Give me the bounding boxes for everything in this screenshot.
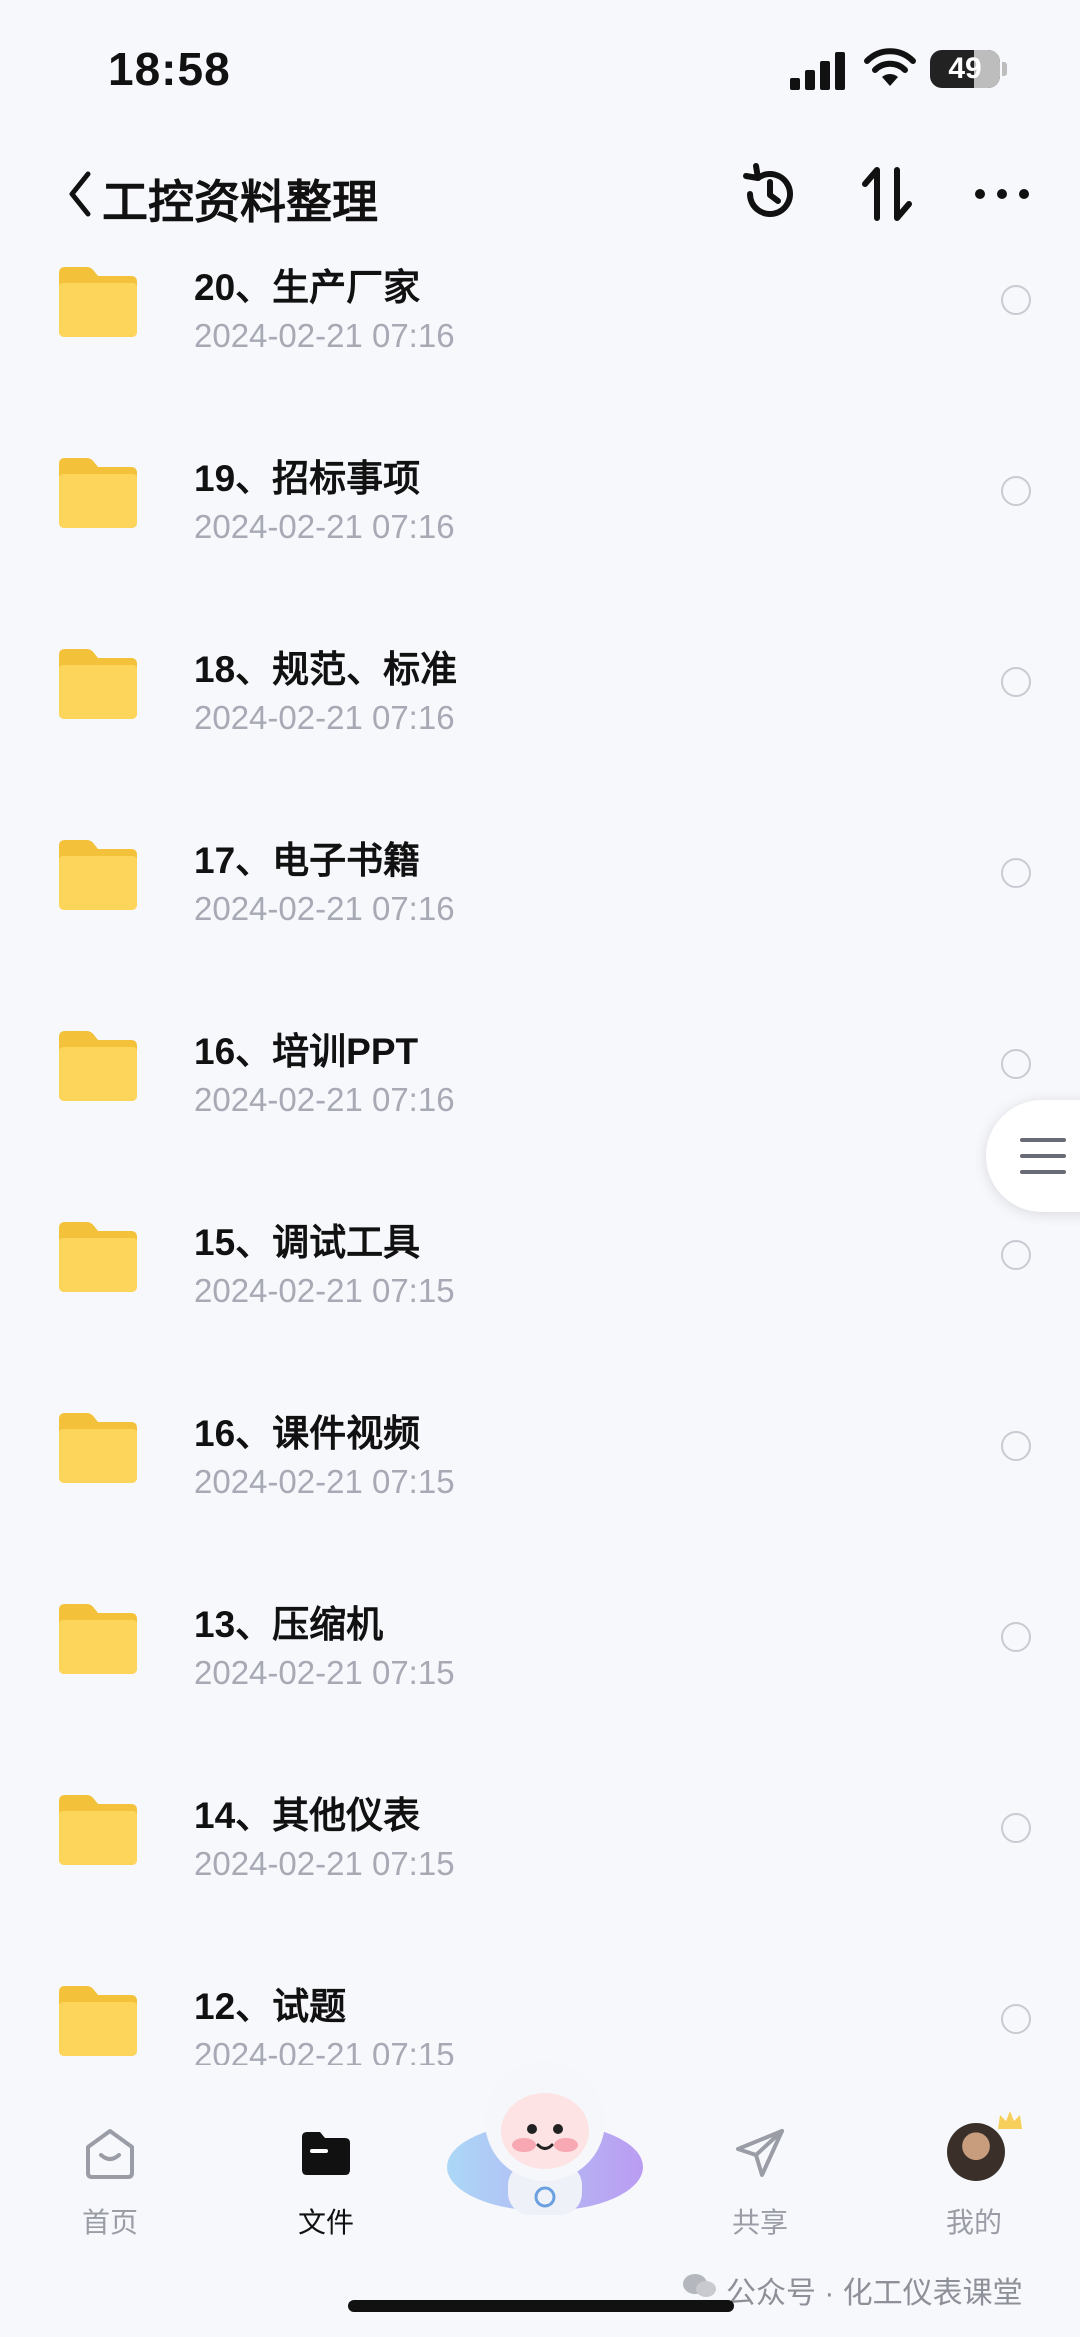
page-title: 工控资料整理 [102,176,378,228]
folder-list: 20、生产厂家 2024-02-21 07:16 19、招标事项 2024-02… [0,245,1080,2075]
folder-date: 2024-02-21 07:15 [194,1463,455,1500]
select-radio[interactable] [1001,476,1031,506]
tab-label: 文件 [297,2207,354,2238]
folder-date: 2024-02-21 07:16 [194,1081,455,1118]
clock: 18:58 [108,43,231,95]
folder-date: 2024-02-21 07:16 [194,890,455,927]
battery-level: 49 [948,52,982,85]
select-radio[interactable] [1001,1813,1031,1843]
folder-icon [59,1413,137,1483]
folder-name: 14、其他仪表 [194,1795,421,1836]
folder-icon [59,1222,137,1292]
folder-icon [59,840,137,910]
watermark-text: 公众号 · 化工仪表课堂 [726,2277,1023,2310]
folder-name: 16、培训PPT [194,1031,419,1072]
select-radio[interactable] [1001,858,1031,888]
folder-icon [59,267,137,337]
folder-date: 2024-02-21 07:16 [194,508,455,545]
folder-row[interactable]: 14、其他仪表 2024-02-21 07:15 [0,1773,1080,1964]
folder-icon [59,1795,137,1865]
folder-name: 17、电子书籍 [194,840,421,881]
folder-tab-icon [302,2132,350,2175]
select-radio[interactable] [1001,1431,1031,1461]
folder-row[interactable]: 16、课件视频 2024-02-21 07:15 [0,1391,1080,1582]
home-indicator [348,2300,734,2312]
home-icon [86,2129,134,2179]
folder-row[interactable]: 19、招标事项 2024-02-21 07:16 [0,436,1080,627]
tab-label: 首页 [81,2207,138,2238]
wechat-icon [683,2274,716,2297]
tab-label: 我的 [945,2207,1002,2238]
more-options-icon[interactable] [970,162,1034,226]
folder-name: 20、生产厂家 [194,267,421,308]
folder-name: 13、压缩机 [194,1604,384,1645]
folder-date: 2024-02-21 07:15 [194,1272,455,1309]
sort-icon[interactable] [855,162,919,226]
crown-icon [998,2111,1022,2129]
select-radio[interactable] [1001,1049,1031,1079]
folder-name: 19、招标事项 [194,458,421,499]
back-arrow-icon[interactable] [60,164,100,224]
folder-date: 2024-02-21 07:16 [194,699,455,736]
folder-icon [59,1986,137,2056]
signal-icon [790,52,845,90]
folder-icon [59,1031,137,1101]
mascot-assistant-icon[interactable] [440,2055,650,2225]
select-radio[interactable] [1001,667,1031,697]
folder-icon [59,649,137,719]
wifi-icon [864,48,916,86]
select-radio[interactable] [1001,1240,1031,1270]
folder-row[interactable]: 13、压缩机 2024-02-21 07:15 [0,1582,1080,1773]
folder-name: 12、试题 [194,1986,347,2027]
tab-files[interactable]: 文件 [266,2123,386,2253]
select-radio[interactable] [1001,285,1031,315]
battery-icon: 49 [930,50,1000,88]
folder-row[interactable]: 17、电子书籍 2024-02-21 07:16 [0,818,1080,1009]
folder-name: 16、课件视频 [194,1413,421,1454]
folder-row[interactable]: 18、规范、标准 2024-02-21 07:16 [0,627,1080,818]
folder-name: 18、规范、标准 [194,649,458,690]
folder-row[interactable]: 20、生产厂家 2024-02-21 07:16 [0,245,1080,436]
tab-mine[interactable]: 我的 [914,2111,1034,2253]
folder-date: 2024-02-21 07:16 [194,317,455,354]
folder-row[interactable]: 15、调试工具 2024-02-21 07:15 [0,1200,1080,1391]
send-icon [736,2129,784,2177]
folder-name: 15、调试工具 [194,1222,421,1263]
tab-home[interactable]: 首页 [50,2123,170,2253]
top-bar: 工控资料整理 [0,140,1080,250]
tab-label: 共享 [731,2207,788,2238]
folder-row[interactable]: 16、培训PPT 2024-02-21 07:16 [0,1009,1080,1200]
folder-date: 2024-02-21 07:15 [194,1845,455,1882]
folder-date: 2024-02-21 07:15 [194,1654,455,1691]
tab-share[interactable]: 共享 [700,2123,820,2253]
history-icon[interactable] [738,162,802,226]
select-radio[interactable] [1001,1622,1031,1652]
folder-icon [59,458,137,528]
status-bar: 18:58 49 [0,0,1080,140]
folder-icon [59,1604,137,1674]
select-radio[interactable] [1001,2004,1031,2034]
battery-tip [1002,62,1007,76]
